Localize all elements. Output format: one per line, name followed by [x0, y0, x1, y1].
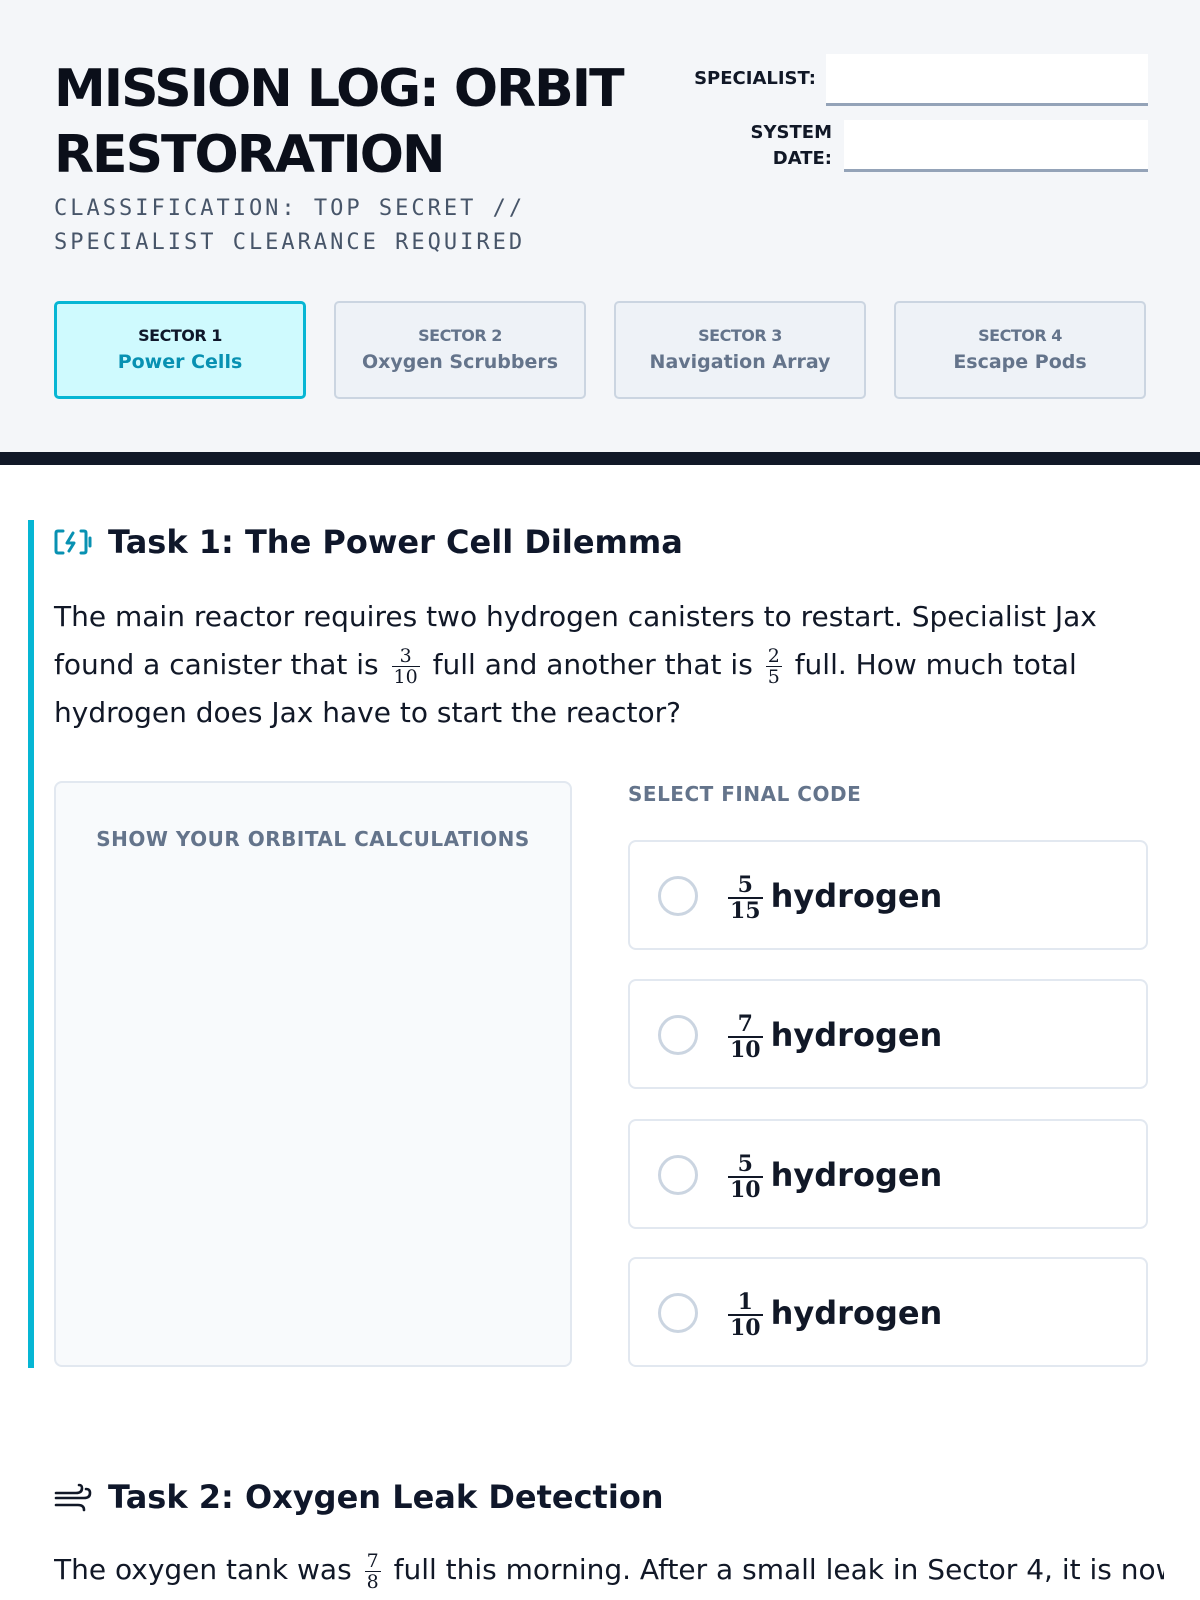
- sector-number: SECTOR 1: [138, 326, 222, 345]
- radio-button[interactable]: [658, 1293, 698, 1333]
- system-date-label: SYSTEM DATE:: [750, 122, 832, 169]
- answer-option-3[interactable]: 5 10 hydrogen: [628, 1119, 1148, 1229]
- system-date-input[interactable]: [844, 120, 1148, 172]
- radio-button[interactable]: [658, 1015, 698, 1055]
- option-text: 7 10 hydrogen: [728, 1011, 943, 1063]
- answer-option-2[interactable]: 7 10 hydrogen: [628, 979, 1148, 1089]
- radio-button[interactable]: [658, 1155, 698, 1195]
- specialist-label: SPECIALIST:: [694, 68, 816, 89]
- option-text: 5 10 hydrogen: [728, 1151, 943, 1203]
- page-title: MISSION LOG: ORBIT RESTORATION: [54, 59, 625, 185]
- specialist-input[interactable]: [826, 54, 1148, 106]
- fraction: 1 10: [728, 1289, 763, 1341]
- fraction: 25: [765, 644, 782, 688]
- sector-name: Power Cells: [117, 351, 243, 373]
- sector-name: Navigation Array: [649, 351, 831, 373]
- answer-option-1[interactable]: 5 15 hydrogen: [628, 840, 1148, 950]
- task-1-title: Task 1: The Power Cell Dilemma: [108, 523, 683, 561]
- task-2-title: Task 2: Oxygen Leak Detection: [108, 1478, 664, 1516]
- option-text: 1 10 hydrogen: [728, 1289, 943, 1341]
- sector-number: SECTOR 2: [418, 326, 502, 345]
- wind-icon: [54, 1483, 92, 1512]
- fraction: 78: [364, 1549, 381, 1593]
- select-code-label: SELECT FINAL CODE: [628, 782, 862, 806]
- task-1-question: The main reactor requires two hydrogen c…: [54, 600, 1097, 729]
- answer-option-4[interactable]: 1 10 hydrogen: [628, 1257, 1148, 1367]
- battery-charging-icon: [54, 529, 92, 555]
- calc-label: SHOW YOUR ORBITAL CALCULATIONS: [96, 827, 530, 851]
- tab-sector-4[interactable]: SECTOR 4 Escape Pods: [894, 301, 1146, 399]
- sector-tabs: SECTOR 1 Power Cells SECTOR 2 Oxygen Scr…: [54, 301, 1148, 399]
- sector-number: SECTOR 3: [698, 326, 782, 345]
- task-2-question: The oxygen tank was 78 full this morning…: [54, 1549, 1164, 1593]
- tab-sector-2[interactable]: SECTOR 2 Oxygen Scrubbers: [334, 301, 586, 399]
- fraction: 5 15: [728, 872, 763, 924]
- header-divider: [0, 452, 1200, 465]
- fraction: 7 10: [728, 1011, 763, 1063]
- mission-header: MISSION LOG: ORBIT RESTORATION CLASSIFIC…: [0, 0, 1200, 452]
- tab-sector-1[interactable]: SECTOR 1 Power Cells: [54, 301, 306, 399]
- tab-sector-3[interactable]: SECTOR 3 Navigation Array: [614, 301, 866, 399]
- sector-name: Escape Pods: [953, 351, 1087, 373]
- fraction: 5 10: [728, 1151, 763, 1203]
- sector-number: SECTOR 4: [978, 326, 1062, 345]
- classification-text: CLASSIFICATION: TOP SECRET // SPECIALIST…: [54, 196, 526, 255]
- fraction: 3 10: [391, 644, 420, 688]
- sector-name: Oxygen Scrubbers: [361, 351, 559, 373]
- calculation-workspace[interactable]: SHOW YOUR ORBITAL CALCULATIONS: [54, 781, 572, 1367]
- radio-button[interactable]: [658, 876, 698, 916]
- option-text: 5 15 hydrogen: [728, 872, 943, 924]
